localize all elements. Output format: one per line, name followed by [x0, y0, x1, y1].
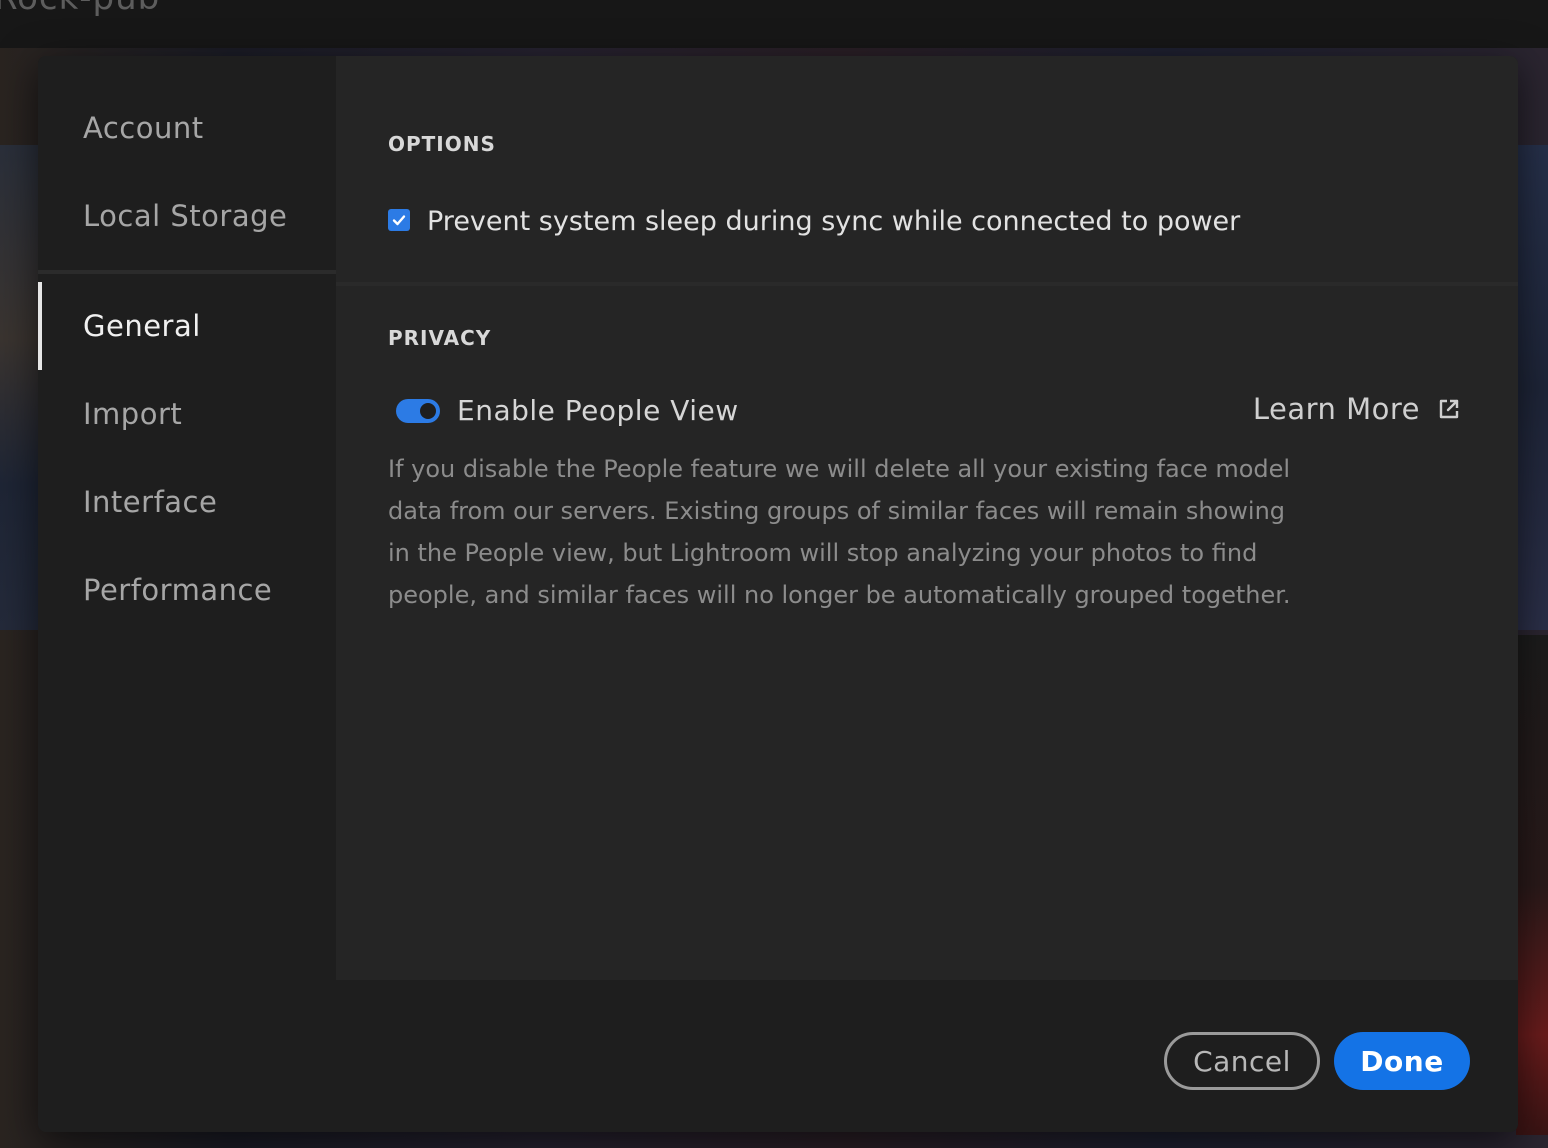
options-heading: OPTIONS: [388, 132, 496, 156]
preferences-content: OPTIONS Prevent system sleep during sync…: [336, 56, 1518, 980]
sidebar-item-interface[interactable]: Interface: [38, 458, 336, 546]
external-link-icon: [1439, 399, 1459, 419]
toggle-knob: [420, 402, 436, 419]
prevent-sleep-checkbox[interactable]: [388, 208, 410, 231]
preferences-dialog: Account Local Storage General Import Int…: [38, 56, 1518, 1132]
sidebar-item-general[interactable]: General: [38, 282, 336, 370]
sidebar-item-performance[interactable]: Performance: [38, 546, 336, 634]
background-album-title: Rock-pub: [0, 0, 160, 18]
done-button[interactable]: Done: [1334, 1032, 1470, 1090]
sidebar-item-label: Performance: [83, 573, 273, 607]
sidebar-item-local-storage[interactable]: Local Storage: [38, 172, 336, 260]
section-divider: [336, 282, 1518, 286]
sidebar-group-settings: General Import Interface Performance: [38, 282, 336, 634]
sidebar-item-label: Local Storage: [83, 199, 288, 233]
background-photo-left: [0, 145, 40, 630]
privacy-heading: PRIVACY: [388, 326, 492, 350]
prevent-sleep-option[interactable]: Prevent system sleep during sync while c…: [388, 206, 1240, 237]
options-section: OPTIONS Prevent system sleep during sync…: [336, 56, 1518, 282]
prevent-sleep-label: Prevent system sleep during sync while c…: [427, 206, 1241, 237]
sidebar-item-label: Import: [83, 397, 183, 431]
people-view-description: If you disable the People feature we wil…: [388, 455, 1291, 609]
sidebar-item-account[interactable]: Account: [38, 84, 336, 172]
people-view-label: Enable People View: [457, 394, 739, 427]
people-view-option[interactable]: Enable People View: [396, 394, 739, 427]
background-photo-right-lower: [1516, 635, 1548, 1135]
sidebar-item-label: Account: [83, 111, 204, 145]
background-titlebar: Rock-pub: [0, 0, 1548, 48]
learn-more-link[interactable]: Learn More: [1253, 392, 1460, 426]
sidebar-item-label: Interface: [83, 485, 218, 519]
sidebar-item-label: General: [83, 309, 201, 343]
learn-more-label: Learn More: [1252, 392, 1420, 426]
background-photo-right: [1516, 145, 1548, 630]
dialog-footer: Cancel Done: [38, 980, 1518, 1132]
cancel-button[interactable]: Cancel: [1164, 1032, 1320, 1090]
people-view-toggle[interactable]: [396, 398, 440, 423]
preferences-sidebar: Account Local Storage General Import Int…: [38, 56, 336, 980]
checkmark-icon: [392, 214, 406, 225]
sidebar-item-import[interactable]: Import: [38, 370, 336, 458]
sidebar-group-account: Account Local Storage: [38, 84, 336, 260]
sidebar-divider: [38, 270, 336, 274]
